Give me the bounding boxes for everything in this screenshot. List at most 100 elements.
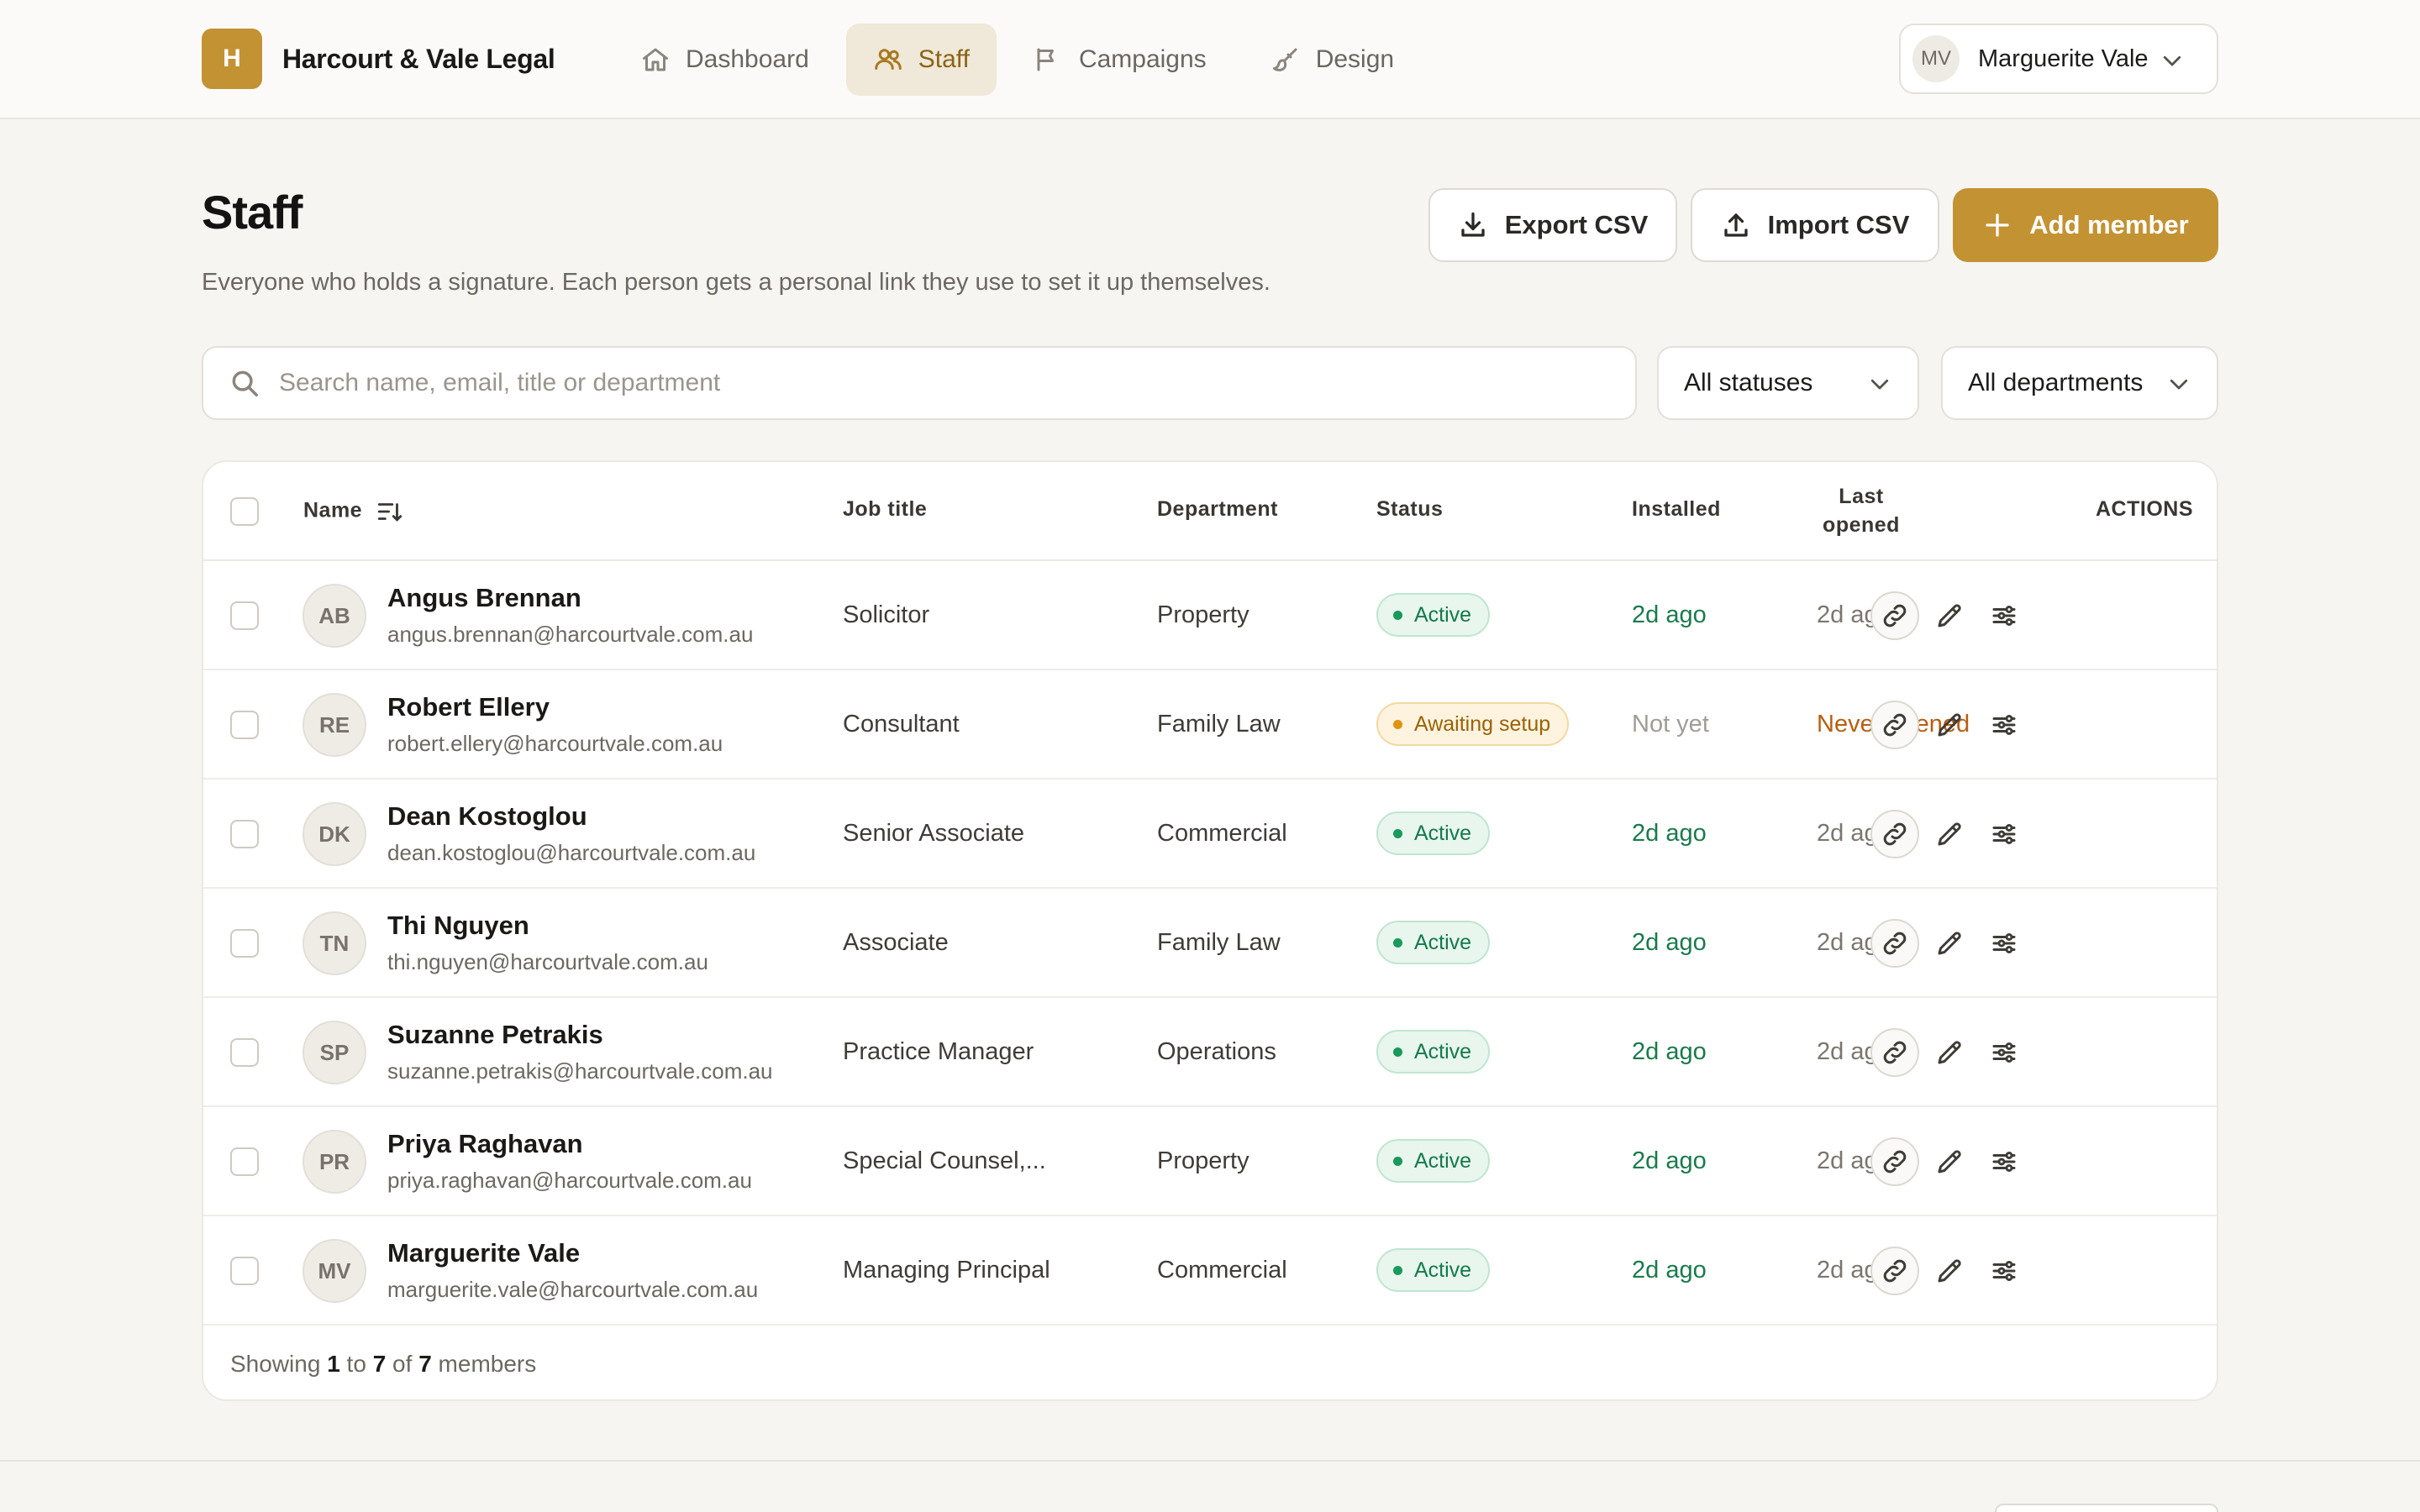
member-department: Family Law	[1157, 711, 1281, 738]
edit-member-button[interactable]	[1925, 701, 1974, 749]
page-title: Staff	[202, 186, 302, 239]
megaphone-icon	[1037, 48, 1054, 71]
add-member-button[interactable]: Add member	[1953, 188, 2218, 262]
table-row[interactable]: DK Dean Kostoglou dean.kostoglou@harcourtv…	[203, 780, 2217, 889]
member-department: Property	[1157, 1147, 1249, 1174]
staff-table: Name Job title Department Status Install…	[202, 460, 2218, 1401]
status-filter-value: All statuses	[1684, 369, 1813, 396]
search-icon	[232, 370, 258, 396]
row-checkbox[interactable]	[230, 1147, 259, 1176]
users-icon	[875, 49, 902, 70]
column-header-last-opened-line1: Last	[1839, 485, 1884, 508]
column-header-job-title: Job title	[843, 497, 928, 521]
select-all-checkbox[interactable]	[230, 497, 259, 526]
row-checkbox[interactable]	[230, 711, 259, 739]
avatar: PR	[302, 1130, 366, 1194]
installed-value: 2d ago	[1632, 1257, 1707, 1284]
department-filter-select[interactable]: All departments	[1941, 346, 2218, 420]
row-checkbox[interactable]	[230, 1257, 259, 1285]
member-settings-button[interactable]	[1980, 1028, 2028, 1077]
nav-item-design[interactable]: Design	[1244, 24, 1421, 96]
row-checkbox[interactable]	[230, 820, 259, 848]
import-csv-button[interactable]: Import CSV	[1691, 188, 1939, 262]
edit-member-button[interactable]	[1925, 919, 1974, 968]
member-settings-button[interactable]	[1980, 591, 2028, 640]
edit-member-button[interactable]	[1925, 1247, 1974, 1295]
nav-item-label: Dashboard	[686, 45, 809, 73]
nav-item-staff[interactable]: Staff	[845, 24, 997, 96]
status-badge-label: Active	[1414, 1148, 1472, 1173]
status-badge: Active	[1376, 811, 1491, 855]
download-icon	[1461, 212, 1485, 237]
member-job-title: Managing Principal	[843, 1257, 1050, 1284]
table-row[interactable]: AB Angus Brennan angus.brennan@harcourtval…	[203, 561, 2217, 670]
member-department: Commercial	[1157, 820, 1287, 847]
copy-link-button[interactable]	[1870, 701, 1919, 749]
status-badge: Active	[1376, 1139, 1491, 1183]
row-checkbox[interactable]	[230, 929, 259, 958]
member-email: marguerite.vale@harcourtvale.com.au	[387, 1277, 759, 1302]
member-email: dean.kostoglou@harcourtvale.com.au	[387, 840, 756, 865]
status-badge-label: Active	[1414, 821, 1472, 845]
link-icon	[1880, 1147, 1910, 1177]
table-row[interactable]: SP Suzanne Petrakis suzanne.petrakis@harco…	[203, 998, 2217, 1107]
installed-value: 2d ago	[1632, 820, 1707, 847]
member-settings-button[interactable]	[1980, 1137, 2028, 1186]
nav-item-label: Design	[1315, 45, 1395, 73]
sort-icon	[377, 503, 402, 522]
copy-link-button[interactable]	[1870, 1137, 1919, 1186]
status-badge: Awaiting setup	[1376, 702, 1570, 746]
table-row[interactable]: RE Robert Ellery robert.ellery@harcourtval…	[203, 670, 2217, 780]
sliders-icon	[1989, 819, 2019, 849]
pencil-icon	[1934, 710, 1965, 740]
copy-link-button[interactable]	[1870, 919, 1919, 968]
edit-member-button[interactable]	[1925, 1137, 1974, 1186]
copy-link-button[interactable]	[1870, 591, 1919, 640]
edit-member-button[interactable]	[1925, 810, 1974, 858]
pagination-to: 7	[372, 1351, 387, 1377]
nav-item-label: Campaigns	[1078, 45, 1207, 73]
row-checkbox[interactable]	[230, 1038, 259, 1067]
pagination-total: 7	[418, 1351, 432, 1377]
status-dot-icon	[1393, 1156, 1402, 1166]
footer-divider	[0, 1460, 2420, 1462]
edit-member-button[interactable]	[1925, 1028, 1974, 1077]
table-row[interactable]: TN Thi Nguyen thi.nguyen@harcourtvale.com.…	[203, 889, 2217, 998]
copy-link-button[interactable]	[1870, 1247, 1919, 1295]
member-settings-button[interactable]	[1980, 1247, 2028, 1295]
member-email: suzanne.petrakis@harcourtvale.com.au	[387, 1058, 773, 1084]
copy-link-button[interactable]	[1870, 1028, 1919, 1077]
link-icon	[1880, 710, 1910, 740]
footer-button[interactable]	[1995, 1504, 2218, 1512]
user-menu-button[interactable]: MV Marguerite Vale	[1899, 24, 2218, 94]
search-input[interactable]	[279, 369, 1539, 397]
link-icon	[1880, 1037, 1910, 1068]
status-filter-select[interactable]: All statuses	[1657, 346, 1919, 420]
column-header-name-label: Name	[303, 498, 363, 522]
pagination-to-word: to	[346, 1351, 366, 1377]
brush-icon	[1272, 48, 1297, 71]
member-job-title: Associate	[843, 929, 949, 956]
nav-item-dashboard[interactable]: Dashboard	[613, 24, 836, 96]
member-department: Operations	[1157, 1038, 1276, 1065]
status-dot-icon	[1393, 937, 1402, 948]
member-settings-button[interactable]	[1980, 701, 2028, 749]
column-header-name[interactable]: Name	[303, 497, 404, 526]
copy-link-button[interactable]	[1870, 810, 1919, 858]
pencil-icon	[1934, 1147, 1965, 1177]
department-filter-value: All departments	[1968, 369, 2144, 396]
member-name: Thi Nguyen	[387, 911, 529, 940]
brand[interactable]: H Harcourt & Vale Legal	[202, 29, 555, 89]
link-icon	[1880, 601, 1910, 631]
pencil-icon	[1934, 819, 1965, 849]
export-csv-button[interactable]: Export CSV	[1428, 188, 1677, 262]
table-row[interactable]: PR Priya Raghavan priya.raghavan@harcourtv…	[203, 1107, 2217, 1216]
edit-member-button[interactable]	[1925, 591, 1974, 640]
member-settings-button[interactable]	[1980, 810, 2028, 858]
member-settings-button[interactable]	[1980, 919, 2028, 968]
status-badge: Active	[1376, 1248, 1491, 1292]
member-name: Angus Brennan	[387, 583, 581, 612]
row-checkbox[interactable]	[230, 601, 259, 630]
nav-item-campaigns[interactable]: Campaigns	[1007, 24, 1234, 96]
table-row[interactable]: MV Marguerite Vale marguerite.vale@harcour…	[203, 1216, 2217, 1326]
